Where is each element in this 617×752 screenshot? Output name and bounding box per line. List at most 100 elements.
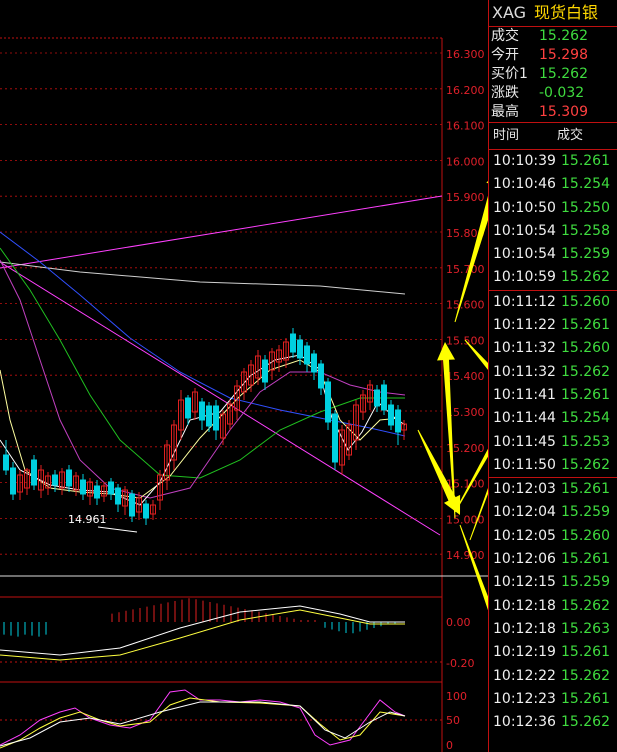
tick-time: 10:12:06 (493, 551, 556, 568)
macd-axis-label: -0.20 (446, 657, 474, 670)
candle-body (129, 493, 135, 517)
price-axis-label: 15.100 (446, 478, 485, 491)
tick-row: 10:10:59 15.262 (489, 266, 617, 289)
price-axis-label: 15.900 (446, 191, 485, 204)
tick-time: 10:12:19 (493, 644, 556, 661)
candle-body (94, 485, 100, 499)
quote-value: -0.032 (539, 85, 585, 101)
quote-row: 最高 15.309 (489, 103, 617, 122)
quote-value: 15.262 (539, 66, 588, 82)
price-axis-label: 15.500 (446, 334, 485, 347)
tick-time: 10:12:03 (493, 481, 556, 498)
tick-price: 15.261 (561, 644, 610, 661)
candle-body (381, 384, 387, 411)
price-axis-label: 15.000 (446, 513, 485, 526)
tick-price: 15.262 (561, 667, 610, 684)
quote-row: 买价1 15.262 (489, 65, 617, 84)
quote-value: 15.262 (539, 28, 588, 44)
tick-price: 15.258 (561, 222, 610, 239)
candle-body (206, 405, 212, 427)
quote-row: 成交 15.262 (489, 27, 617, 46)
price-axis-label: 16.200 (446, 84, 485, 97)
tick-row: 10:12:19 15.261 (489, 641, 617, 664)
candle-body (262, 359, 268, 383)
tick-row: 10:11:41 15.261 (489, 384, 617, 407)
candle-body (388, 404, 394, 426)
low-price-label: 14.961 (68, 513, 107, 526)
tick-row: 10:11:50 15.262 (489, 454, 617, 477)
tick-row: 10:11:32 15.262 (489, 361, 617, 384)
price-axis-label: 15.200 (446, 442, 485, 455)
tick-row: 10:11:12 15.260 (489, 289, 617, 314)
tick-time: 10:12:04 (493, 504, 556, 521)
tick-time: 10:12:15 (493, 574, 556, 591)
tick-row: 10:12:03 15.261 (489, 477, 617, 501)
tick-row: 10:10:50 15.250 (489, 197, 617, 220)
candle-body (374, 389, 380, 407)
tick-time: 10:10:59 (493, 269, 556, 286)
candle-body (10, 467, 16, 495)
price-axis-label: 14.900 (446, 549, 485, 562)
tick-row: 10:10:39 15.261 (489, 150, 617, 173)
price-axis-label: 15.300 (446, 406, 485, 419)
tick-list[interactable]: 10:10:39 15.261 10:10:46 15.254 10:10:50 15.2… (489, 150, 617, 734)
tick-price: 15.261 (561, 551, 610, 568)
tick-time: 10:11:22 (493, 317, 556, 334)
tick-price: 15.250 (561, 199, 610, 216)
tick-price: 15.259 (561, 246, 610, 263)
price-axis-label: 15.400 (446, 370, 485, 383)
tick-price: 15.262 (561, 597, 610, 614)
tick-price: 15.261 (561, 386, 610, 403)
tick-time: 10:12:05 (493, 527, 556, 544)
tick-time: 10:12:18 (493, 620, 556, 637)
tick-time: 10:12:36 (493, 714, 556, 731)
candle-body (66, 469, 72, 487)
candle-body (199, 401, 205, 421)
tick-row: 10:12:36 15.262 (489, 711, 617, 734)
tick-time: 10:10:46 (493, 176, 556, 193)
tick-row: 10:11:45 15.253 (489, 431, 617, 454)
candle-body (52, 474, 58, 486)
tick-time: 10:11:44 (493, 410, 556, 427)
tick-price: 15.261 (561, 481, 610, 498)
price-axis-label: 15.800 (446, 227, 485, 240)
tick-price: 15.263 (561, 620, 610, 637)
chart-canvas[interactable]: 16.300 16.200 16.100 16.000 15.900 15.800 15.7… (0, 0, 488, 752)
tick-row: 10:10:46 15.254 (489, 173, 617, 196)
tick-price: 15.261 (561, 317, 610, 334)
tick-row: 10:12:23 15.261 (489, 688, 617, 711)
candle-body (318, 363, 324, 389)
tick-row: 10:12:05 15.260 (489, 525, 617, 548)
tick-price: 15.254 (561, 410, 610, 427)
candle-body (185, 397, 191, 419)
tick-time: 10:12:22 (493, 667, 556, 684)
tick-row: 10:12:06 15.261 (489, 548, 617, 571)
kdj-axis-label: 0 (446, 739, 453, 752)
tick-time: 10:10:50 (493, 199, 556, 216)
candle-body (395, 409, 401, 433)
candle-body (325, 381, 331, 423)
tick-time: 10:11:12 (493, 293, 556, 310)
candle-body (297, 339, 303, 359)
tick-time: 10:11:32 (493, 363, 556, 380)
price-axis-label: 15.700 (446, 263, 485, 276)
candle-body (143, 503, 149, 519)
price-axis-label: 16.100 (446, 120, 485, 133)
quote-panel: XAG 现货白银 成交 15.262 今开 15.298 买价1 15.262 涨跌 -0.03… (488, 0, 617, 752)
tick-time: 10:11:32 (493, 340, 556, 357)
symbol-label: XAG (492, 3, 527, 22)
tick-row: 10:12:15 15.259 (489, 571, 617, 594)
price-axis-label: 15.600 (446, 299, 485, 312)
tick-price: 15.262 (561, 456, 610, 473)
candle-body (80, 479, 86, 495)
tick-time: 10:11:50 (493, 456, 556, 473)
tick-row: 10:11:44 15.254 (489, 407, 617, 430)
quote-value: 15.309 (539, 104, 588, 120)
quote-key: 买价1 (491, 66, 528, 82)
candle-body (290, 333, 296, 353)
price-axis-label: 16.300 (446, 48, 485, 61)
tick-price: 15.262 (561, 714, 610, 731)
tick-time: 10:10:39 (493, 153, 556, 169)
tick-price: 15.262 (561, 363, 610, 380)
kline-chart[interactable]: 16.300 16.200 16.100 16.000 15.900 15.800 15.7… (0, 0, 488, 752)
